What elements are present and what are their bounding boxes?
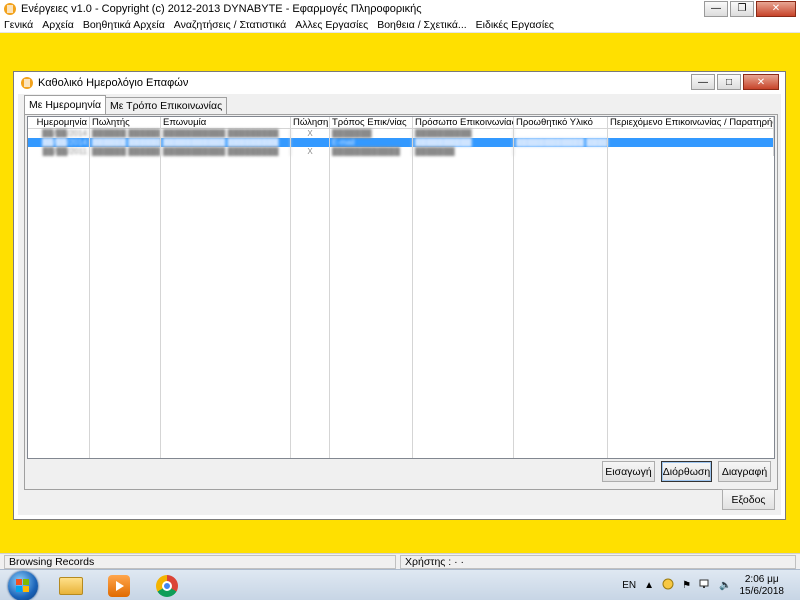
cell-sale: X: [291, 129, 330, 138]
col-header-promo-material[interactable]: Προωθητικό Υλικό: [514, 117, 608, 128]
media-player-taskbar-icon[interactable]: [96, 571, 142, 600]
menu-aux-files[interactable]: Βοηθητικά Αρχεία: [83, 19, 165, 31]
chrome-taskbar-icon[interactable]: [144, 571, 190, 600]
tab-by-contact-method[interactable]: Με Τρόπο Επικοινωνίας: [105, 97, 228, 114]
cell-contact-person: ███████: [413, 147, 514, 156]
cell-promo-material: ████████████ ████: [516, 138, 608, 147]
cell-date: ██/██/2011: [28, 147, 90, 156]
clock-time: 2:06 μμ: [744, 573, 779, 585]
tab-panel: Ημερομηνία Πωλητής Επωνυμία Πώληση Τρόπο…: [24, 114, 778, 490]
dialog-title: Καθολικό Ημερολόγιο Επαφών: [38, 77, 189, 89]
cell-contact-method: E-mail: [330, 138, 413, 147]
cell-salesperson: ██████ ██████: [92, 147, 161, 156]
tab-strip: Με Ημερομηνία Με Τρόπο Επικοινωνίας: [24, 95, 228, 114]
dialog-maximize-icon[interactable]: □: [717, 74, 741, 90]
grid-column-lines: [28, 117, 608, 458]
insert-button[interactable]: Εισαγωγή: [602, 461, 655, 482]
statusbar: Browsing Records Χρήστης : · ·: [0, 553, 800, 569]
windows-logo-icon: [8, 570, 38, 600]
menu-search-stats[interactable]: Αναζητήσεις / Στατιστικά: [174, 19, 286, 31]
language-indicator[interactable]: EN: [622, 580, 636, 591]
close-icon[interactable]: ✕: [756, 1, 796, 17]
cell-company: ███████████ █████████: [161, 129, 291, 138]
menubar: Γενικά Αρχεία Βοηθητικά Αρχεία Αναζητήσε…: [0, 18, 800, 33]
col-header-content-notes[interactable]: Περιεχόμενο Επικοινωνίας / Παρατηρήσεις: [608, 117, 774, 128]
cell-contact-method: ████████████: [330, 147, 413, 156]
cell-salesperson: ██████ ██████: [92, 129, 161, 138]
delete-button[interactable]: Διαγραφή: [718, 461, 771, 482]
table-row[interactable]: ██/██/2011 ██████ ██████ ███████████ ███…: [28, 147, 774, 156]
cell-date: ██/██/2014: [28, 129, 90, 138]
cell-company: ███████████ █████████: [161, 147, 291, 156]
cell-promo-material: [514, 147, 608, 156]
cell-contact-person: ██████████: [413, 129, 514, 138]
network-icon[interactable]: [699, 578, 711, 593]
record-action-buttons: Εισαγωγή Διόρθωση Διαγραφή: [602, 461, 771, 482]
grid-rows: ██/██/2014 ██████ ██████ ███████████ ███…: [28, 129, 774, 156]
contacts-journal-dialog: Καθολικό Ημερολόγιο Επαφών — □ ✕ Με Ημερ…: [13, 71, 786, 520]
grid-header: Ημερομηνία Πωλητής Επωνυμία Πώληση Τρόπο…: [28, 117, 774, 129]
cell-date: ██/██/2014: [28, 138, 90, 147]
cell-content-notes: [608, 138, 774, 147]
status-user: Χρήστης : · ·: [400, 554, 796, 569]
menu-other-tasks[interactable]: Αλλες Εργασίες: [295, 19, 368, 31]
restore-icon[interactable]: ❐: [730, 1, 754, 17]
system-tray: EN ▲ ⚑ 🔈 2:06 μμ 15/6/2018: [622, 570, 800, 600]
cell-sale: [291, 138, 330, 147]
clock-date: 15/6/2018: [739, 585, 785, 597]
cell-salesperson: ██████ ██████: [92, 138, 161, 147]
col-header-company[interactable]: Επωνυμία: [161, 117, 291, 128]
col-header-contact-method[interactable]: Τρόπος Επικ/νίας: [330, 117, 413, 128]
app-title: Ενέργειες v1.0 - Copyright (c) 2012-2013…: [21, 3, 422, 15]
col-header-sale[interactable]: Πώληση: [291, 117, 330, 128]
exit-button[interactable]: Εξοδος: [722, 489, 775, 510]
edit-button[interactable]: Διόρθωση: [661, 461, 712, 482]
app-icon: [3, 2, 17, 16]
minimize-icon[interactable]: —: [704, 1, 728, 17]
menu-help-about[interactable]: Βοηθεια / Σχετικά...: [377, 19, 466, 31]
records-grid[interactable]: Ημερομηνία Πωλητής Επωνυμία Πώληση Τρόπο…: [27, 116, 775, 459]
app-titlebar: Ενέργειες v1.0 - Copyright (c) 2012-2013…: [0, 0, 800, 18]
tab-by-date[interactable]: Με Ημερομηνία: [24, 95, 107, 114]
cell-content-notes: [608, 147, 774, 156]
show-hidden-icons-icon[interactable]: ▲: [644, 580, 654, 591]
cell-contact-person: ██████████: [413, 138, 514, 147]
start-button[interactable]: [2, 570, 44, 600]
cell-content-notes: [608, 129, 774, 138]
table-row[interactable]: ██/██/2014 ██████ ██████ ███████████ ███…: [28, 129, 774, 138]
taskbar: EN ▲ ⚑ 🔈 2:06 μμ 15/6/2018: [0, 569, 800, 600]
network-globe-icon[interactable]: [662, 578, 674, 593]
dialog-minimize-icon[interactable]: —: [691, 74, 715, 90]
menu-general[interactable]: Γενικά: [4, 19, 33, 31]
dialog-titlebar: Καθολικό Ημερολόγιο Επαφών — □ ✕: [14, 72, 785, 94]
cell-contact-method: ███████: [330, 129, 413, 138]
status-text: Browsing Records: [4, 554, 396, 569]
action-center-flag-icon[interactable]: ⚑: [682, 580, 691, 591]
clock[interactable]: 2:06 μμ 15/6/2018: [740, 574, 785, 598]
file-explorer-taskbar-icon[interactable]: [48, 571, 94, 600]
table-row-selected[interactable]: ██/██/2014 ██████ ██████ ███████████ ███…: [28, 138, 774, 147]
cell-promo-material: [514, 129, 608, 138]
menu-special-tasks[interactable]: Ειδικές Εργασίες: [476, 19, 554, 31]
menu-files[interactable]: Αρχεία: [42, 19, 74, 31]
col-header-contact-person[interactable]: Πρόσωπο Επικοινωνίας: [413, 117, 514, 128]
dialog-close-icon[interactable]: ✕: [743, 74, 779, 90]
cell-sale: X: [291, 147, 330, 156]
cell-company: ███████████ █████████: [161, 138, 291, 147]
dialog-icon: [20, 76, 34, 90]
volume-icon[interactable]: 🔈: [719, 580, 731, 591]
col-header-date[interactable]: Ημερομηνία: [28, 117, 90, 128]
col-header-salesperson[interactable]: Πωλητής: [90, 117, 161, 128]
